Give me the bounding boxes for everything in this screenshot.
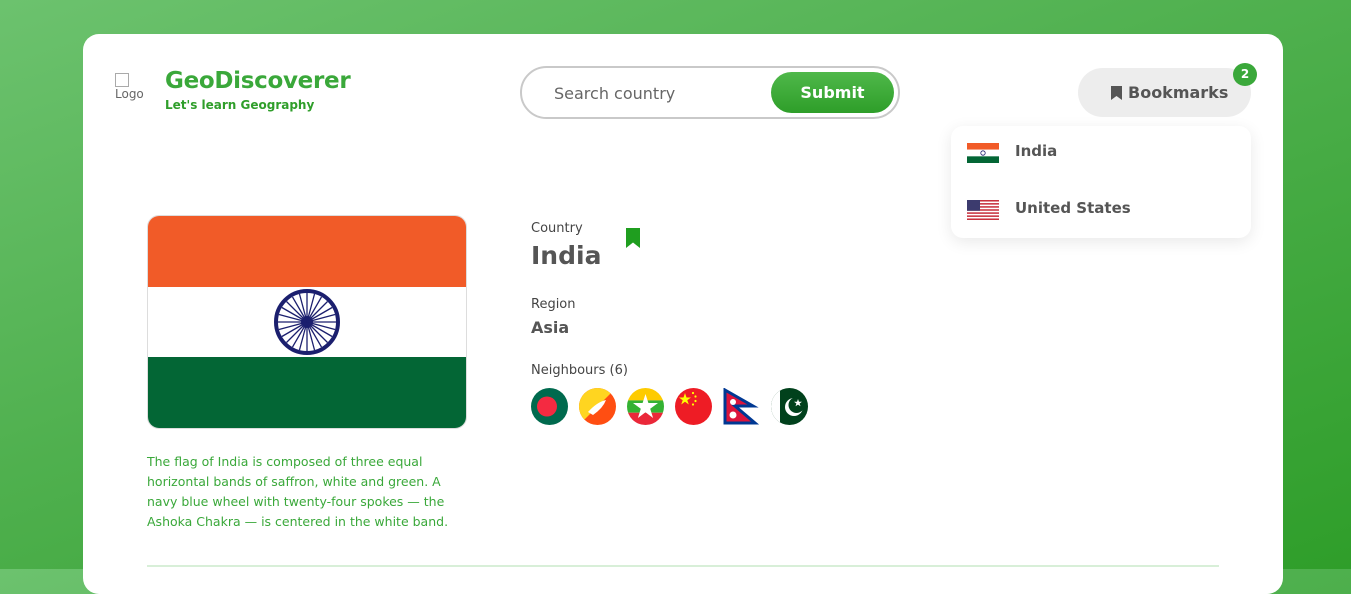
logo-alt-text: Logo: [115, 86, 144, 101]
bhutan-flag-icon[interactable]: [579, 388, 616, 425]
bookmark-toggle-icon[interactable]: [626, 228, 640, 248]
submit-button[interactable]: Submit: [771, 72, 894, 113]
bookmark-item-united-states[interactable]: United States: [967, 193, 1237, 223]
bookmarks-label: Bookmarks: [1128, 83, 1229, 102]
bangladesh-flag-icon[interactable]: [531, 388, 568, 425]
neighbours-label: Neighbours (6): [531, 363, 628, 378]
bookmark-item-label: India: [1015, 142, 1058, 160]
bookmarks-button[interactable]: Bookmarks: [1078, 68, 1251, 117]
india-flag-icon: [967, 143, 999, 163]
bookmark-icon: [1111, 86, 1122, 100]
bookmark-item-label: United States: [1015, 199, 1131, 217]
search-input[interactable]: [552, 80, 766, 106]
brand-tagline: Let's learn Geography: [165, 98, 315, 112]
brand-title[interactable]: GeoDiscoverer: [165, 68, 351, 94]
china-flag-icon[interactable]: [675, 388, 712, 425]
country-label: Country: [531, 221, 583, 236]
myanmar-flag-icon[interactable]: [627, 388, 664, 425]
region-label: Region: [531, 297, 576, 312]
broken-image-icon: [115, 72, 129, 87]
india-flag-icon: [148, 216, 466, 428]
bookmarks-count-badge: 2: [1233, 63, 1257, 86]
us-flag-icon: [967, 200, 999, 220]
logo-image: Logo: [115, 72, 159, 112]
nepal-flag-icon[interactable]: [723, 387, 760, 425]
country-flag-image: [147, 215, 467, 429]
pakistan-flag-icon[interactable]: [771, 388, 808, 425]
country-name: India: [531, 241, 602, 270]
section-divider: [147, 565, 1219, 567]
region-value: Asia: [531, 318, 570, 337]
bookmarks-dropdown: India United States: [951, 126, 1251, 238]
main-card: Logo GeoDiscoverer Let's learn Geography…: [83, 34, 1283, 594]
flag-description: The flag of India is composed of three e…: [147, 454, 449, 529]
search-bar: Submit: [520, 66, 900, 119]
bookmark-item-india[interactable]: India: [967, 136, 1237, 166]
